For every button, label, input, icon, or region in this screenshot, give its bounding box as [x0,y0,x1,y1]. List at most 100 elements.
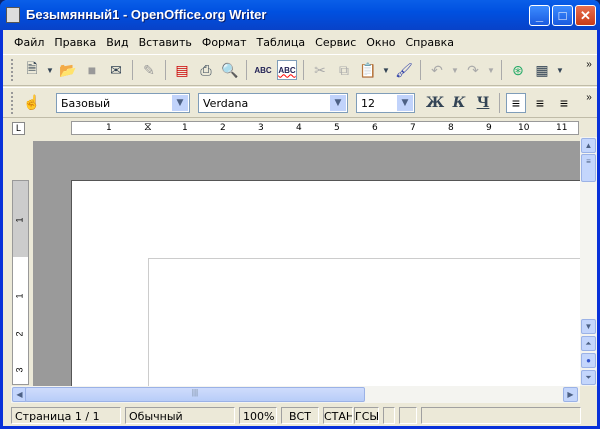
digital-signature-indicator[interactable] [399,406,417,424]
insert-mode[interactable]: ВСТ [281,406,319,424]
underline-button[interactable]: Ч [473,93,493,113]
chevron-down-icon[interactable]: ▼ [397,94,413,111]
ruler-label: 3 [14,367,25,373]
paragraph-style-select[interactable]: Базовый ▼ [56,92,190,113]
object-info [421,406,581,424]
page-style[interactable]: Обычный [125,406,235,424]
page-indicator: Страница 1 / 1 [11,406,121,424]
tab-stop-selector[interactable]: L [12,122,25,135]
ruler-label: 6 [372,123,378,133]
status-bar: Страница 1 / 1 Обычный 100% ВСТ СТАНД ГС… [3,405,597,425]
chevron-down-icon[interactable]: ▼ [487,60,495,80]
minimize-button[interactable]: _ [529,5,550,26]
toolbar-grip[interactable] [11,91,14,114]
menu-tools[interactable]: Сервис [310,36,361,49]
paragraph-style-value: Базовый [61,96,111,110]
email-icon[interactable]: ✉ [106,60,126,80]
menu-format[interactable]: Формат [197,36,252,49]
menu-table[interactable]: Таблица [251,36,310,49]
paste-icon[interactable]: 📋 [358,60,378,80]
align-right-icon[interactable]: ≡ [554,93,574,113]
chevron-down-icon[interactable]: ▼ [382,60,390,80]
next-page-icon[interactable]: ⏷ [581,370,596,385]
scroll-right-button[interactable]: ▶ [563,387,578,402]
navigation-icon[interactable]: ● [581,353,596,368]
writer-window: Безымянный1 - OpenOffice.org Writer _ □ … [0,0,600,429]
menu-edit[interactable]: Правка [49,36,101,49]
vertical-ruler[interactable]: 1 1 2 3 [12,180,29,385]
ruler-label: 8 [448,123,454,133]
ruler-label: 2 [220,123,226,133]
font-size-value: 12 [361,96,375,110]
text-boundary[interactable] [148,258,588,398]
menu-window[interactable]: Окно [361,36,400,49]
toolbar-overflow-button[interactable]: » [583,92,595,116]
open-icon[interactable]: 📂 [58,60,78,80]
bold-button[interactable]: Ж [425,93,445,113]
horizontal-scrollbar[interactable]: ◀ ||| ▶ [11,386,580,403]
spellcheck-icon[interactable]: ABC [253,60,273,80]
save-icon[interactable]: ■ [82,60,102,80]
align-center-icon[interactable]: ≡ [530,93,550,113]
scroll-up-button[interactable]: ▲ [581,138,596,153]
horizontal-ruler: L 1 1 2 3 4 5 6 7 8 9 10 11 ⧖ [3,118,597,137]
zoom-level[interactable]: 100% [239,406,277,424]
ruler-label: 9 [486,123,492,133]
table-icon[interactable]: ▦ [532,60,552,80]
document-page[interactable] [71,180,588,398]
ruler-label: 1 [182,123,188,133]
formatting-toolbar: ☝ Базовый ▼ Verdana ▼ 12 ▼ Ж К Ч ≡ ≡ ≡ » [3,87,597,118]
window-title: Безымянный1 - OpenOffice.org Writer [26,7,267,22]
ruler-label: 4 [296,123,302,133]
standard-toolbar: 🗎 ▼ 📂 ■ ✉ ✎ ▤ ⎙ 🔍 ABC ABC ✂ ⧉ 📋 ▼ 🖌 ↶ ▼ ↷ ▼ … [3,54,597,86]
previous-page-icon[interactable]: ⏶ [581,336,596,351]
maximize-button[interactable]: □ [552,5,573,26]
styles-hand-icon[interactable]: ☝ [22,93,42,113]
menu-bar: Файл Правка Вид Вставить Формат Таблица … [3,30,597,54]
export-pdf-icon[interactable]: ▤ [172,60,192,80]
autospellcheck-icon[interactable]: ABC [277,60,297,80]
page-preview-icon[interactable]: 🔍 [220,60,240,80]
print-icon[interactable]: ⎙ [196,60,216,80]
format-paintbrush-icon[interactable]: 🖌 [394,60,414,80]
menu-insert[interactable]: Вставить [134,36,197,49]
chevron-down-icon[interactable]: ▼ [451,60,459,80]
indent-marker[interactable]: ⧖ [144,120,152,134]
font-size-select[interactable]: 12 ▼ [356,92,415,113]
menu-help[interactable]: Справка [401,36,459,49]
navigator-icon[interactable]: ⊛ [508,60,528,80]
hyperlink-mode[interactable]: ГСЫЛ [354,406,379,424]
toolbar-overflow-button[interactable]: » [583,59,595,83]
new-icon[interactable]: 🗎 [22,60,42,80]
document-modified-indicator [383,406,395,424]
font-name-select[interactable]: Verdana ▼ [198,92,348,113]
ruler-scale[interactable]: 1 1 2 3 4 5 6 7 8 9 10 11 ⧖ [71,120,579,135]
italic-button[interactable]: К [449,93,469,113]
scroll-down-button[interactable]: ▼ [581,319,596,334]
ruler-label: 2 [14,331,25,337]
scroll-thumb[interactable]: ||| [25,387,365,402]
chevron-down-icon[interactable]: ▼ [556,60,564,80]
title-bar: Безымянный1 - OpenOffice.org Writer _ □ … [0,0,600,30]
align-left-icon[interactable]: ≡ [506,92,526,113]
cut-icon[interactable]: ✂ [310,60,330,80]
selection-mode[interactable]: СТАНД [323,406,353,424]
ruler-label: 1 [14,217,25,223]
ruler-label: 1 [106,123,112,133]
ruler-label: 7 [410,123,416,133]
chevron-down-icon[interactable]: ▼ [46,60,54,80]
toolbar-grip[interactable] [11,59,14,81]
scroll-thumb[interactable]: ≡ [581,154,596,182]
edit-file-icon[interactable]: ✎ [139,60,159,80]
redo-icon[interactable]: ↷ [463,60,483,80]
ruler-label: 5 [334,123,340,133]
menu-file[interactable]: Файл [9,36,49,49]
vertical-scrollbar[interactable]: ▲ ≡ ▼ ⏶ ● ⏷ [580,137,597,386]
undo-icon[interactable]: ↶ [427,60,447,80]
chevron-down-icon[interactable]: ▼ [172,94,188,111]
close-button[interactable]: ✕ [575,5,596,26]
copy-icon[interactable]: ⧉ [334,60,354,80]
chevron-down-icon[interactable]: ▼ [330,94,346,111]
menu-view[interactable]: Вид [101,36,133,49]
ruler-label: 10 [518,123,530,133]
